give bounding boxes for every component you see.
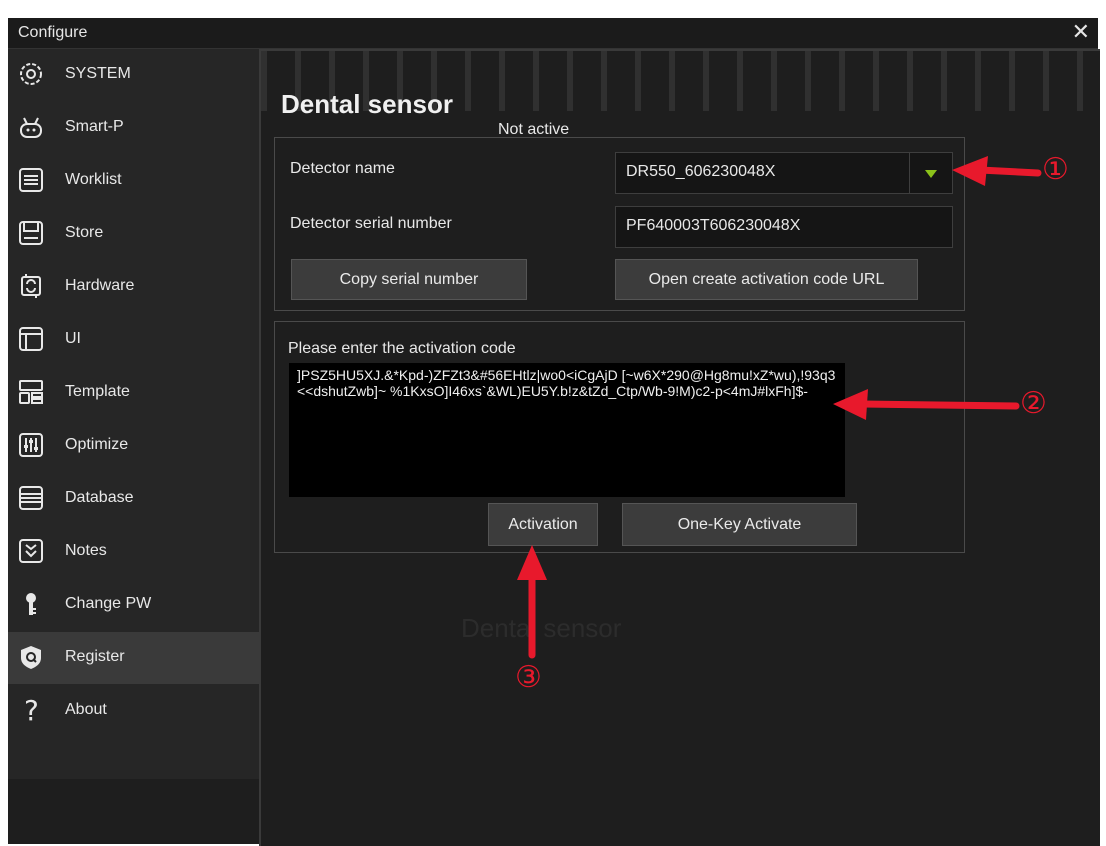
annotation-number-two: ② xyxy=(1020,387,1047,420)
annotation-overlay xyxy=(517,156,1042,659)
arrow-one xyxy=(952,156,1042,186)
annotation-number-three: ③ xyxy=(515,661,542,694)
arrow-two xyxy=(833,389,1020,420)
annotation-number-one: ① xyxy=(1042,153,1069,186)
arrow-three xyxy=(517,545,547,659)
